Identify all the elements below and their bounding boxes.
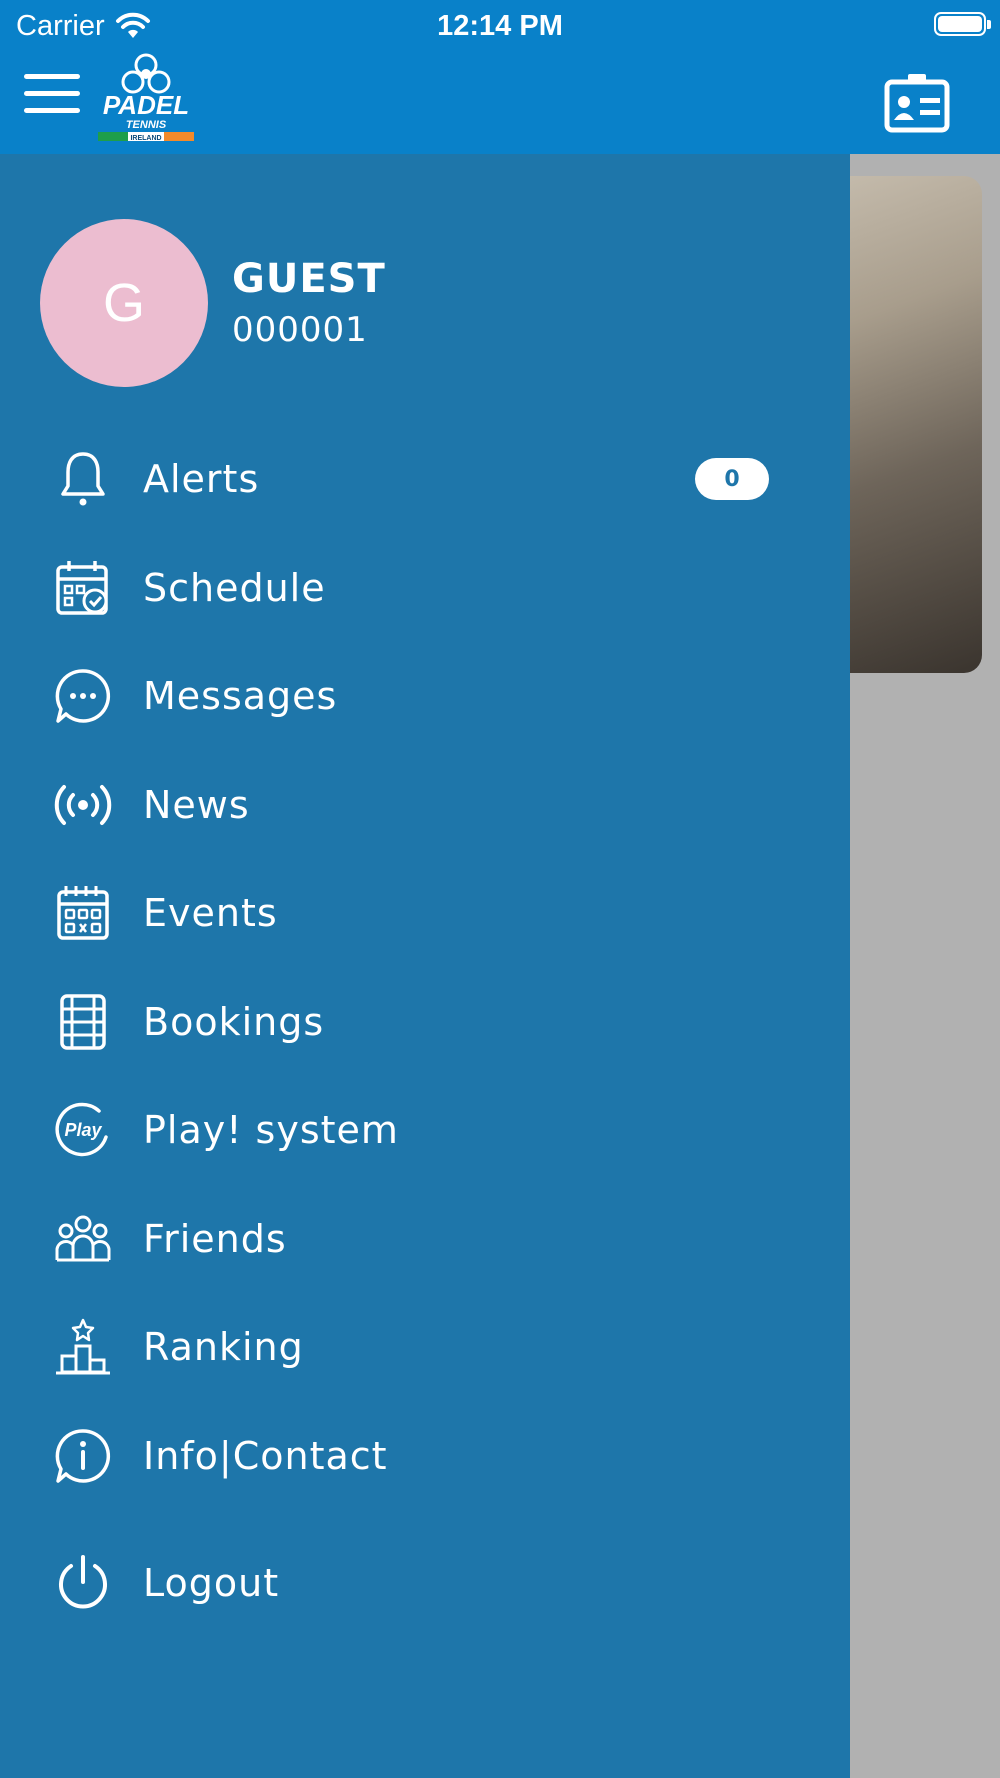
info-chat-icon xyxy=(52,1425,114,1487)
menu-label: Events xyxy=(143,891,278,935)
menu-label: Play! system xyxy=(143,1108,399,1152)
status-time: 12:14 PM xyxy=(437,10,563,42)
group-icon xyxy=(52,1208,114,1270)
menu-item-ranking[interactable]: Ranking xyxy=(0,1302,850,1392)
menu-label: News xyxy=(143,783,250,827)
menu-item-events[interactable]: Events xyxy=(0,868,850,958)
menu-label: Bookings xyxy=(143,1000,325,1044)
calendar-check-icon xyxy=(52,557,114,619)
bell-icon xyxy=(52,448,114,510)
battery-icon xyxy=(934,12,991,36)
menu-item-schedule[interactable]: Schedule xyxy=(0,543,850,633)
alerts-count-badge: 0 xyxy=(695,458,769,500)
logo-country: IRELAND xyxy=(130,135,161,142)
menu-label: Friends xyxy=(143,1217,287,1261)
menu-toggle-button[interactable] xyxy=(24,74,80,118)
profile-header[interactable]: G GUEST 000001 xyxy=(40,219,386,387)
menu-label: Messages xyxy=(143,674,338,718)
menu-item-messages[interactable]: Messages xyxy=(0,651,850,741)
menu-label: Schedule xyxy=(143,566,326,610)
top-app-bar: Carrier 12:14 PM PADEL TENNIS IRELAND xyxy=(0,0,1000,154)
menu-item-alerts[interactable]: Alerts 0 xyxy=(0,434,850,524)
menu-item-friends[interactable]: Friends xyxy=(0,1194,850,1284)
broadcast-icon xyxy=(52,774,114,836)
menu-item-logout[interactable]: Logout xyxy=(0,1538,850,1628)
menu-item-info-contact[interactable]: Info|Contact xyxy=(0,1411,850,1501)
menu-item-play-system[interactable]: Play Play! system xyxy=(0,1085,850,1175)
menu-item-news[interactable]: News xyxy=(0,760,850,850)
menu-item-bookings[interactable]: Bookings xyxy=(0,977,850,1067)
profile-id: 000001 xyxy=(232,310,368,350)
calendar-grid-icon xyxy=(52,882,114,944)
menu-label: Alerts xyxy=(143,457,260,501)
avatar: G xyxy=(40,219,208,387)
play-logo-icon: Play xyxy=(52,1099,114,1161)
power-icon xyxy=(52,1552,114,1614)
profile-name: GUEST xyxy=(232,256,386,302)
chat-icon xyxy=(52,665,114,727)
side-drawer: G GUEST 000001 Alerts 0 Schedule Message… xyxy=(0,154,850,1778)
padel-tennis-ireland-logo: PADEL TENNIS IRELAND xyxy=(96,52,196,148)
menu-label: Logout xyxy=(143,1561,280,1605)
member-card-button[interactable] xyxy=(884,72,950,134)
play-icon-text: Play xyxy=(64,1120,102,1140)
menu-label: Info|Contact xyxy=(143,1434,388,1478)
court-icon xyxy=(52,991,114,1053)
logo-text: PADEL xyxy=(103,90,189,120)
logo-sub: TENNIS xyxy=(126,119,167,131)
menu-label: Ranking xyxy=(143,1325,304,1369)
podium-icon xyxy=(52,1316,114,1378)
